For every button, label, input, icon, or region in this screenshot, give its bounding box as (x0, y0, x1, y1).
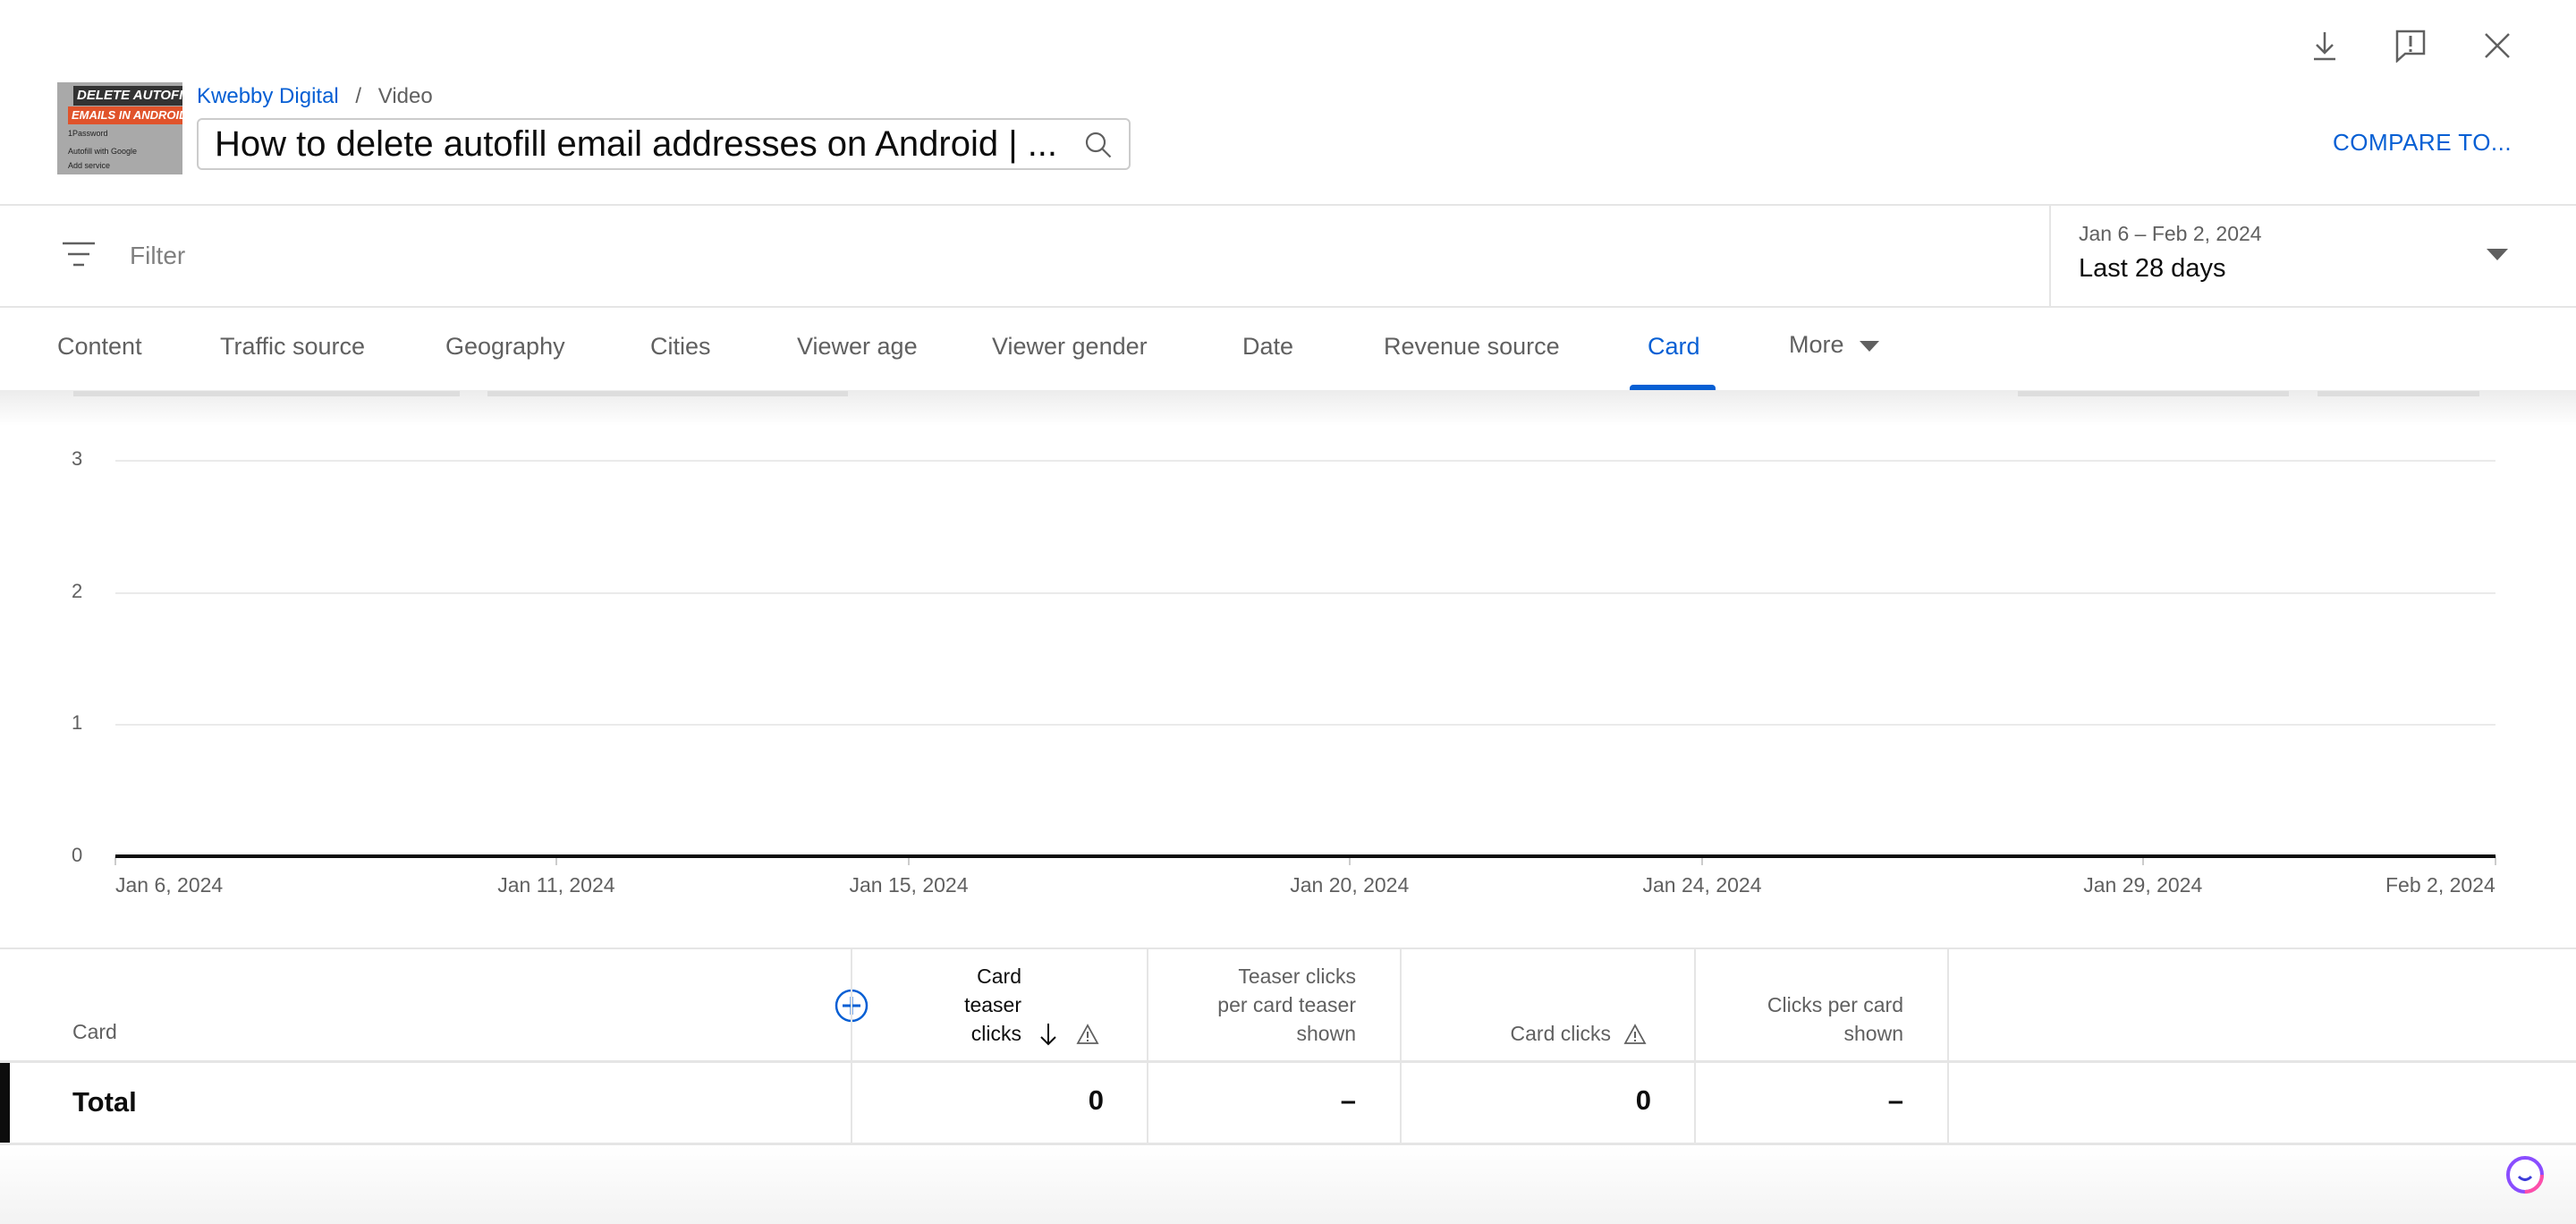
column-divider (1947, 949, 1949, 1144)
sort-descending-icon[interactable] (1038, 1022, 1058, 1047)
footer-shade (0, 1145, 2576, 1224)
header-line: clicks (970, 1022, 1021, 1045)
header-line: shown (1843, 1022, 1903, 1045)
header-line: Card (977, 965, 1021, 988)
warning-icon (1076, 1024, 1099, 1044)
warning-icon (1623, 1024, 1647, 1044)
total-clicks-per-card-shown: – (1887, 1084, 1903, 1116)
column-header-card-teaser-clicks[interactable]: Card teaser clicks (964, 962, 1021, 1048)
header-line: teaser (964, 993, 1021, 1016)
column-header-teaser-clicks-per-shown[interactable]: Teaser clicks per card teaser shown (1217, 962, 1356, 1048)
assistant-icon[interactable] (2504, 1154, 2546, 1195)
column-divider (1694, 949, 1696, 1144)
column-divider (851, 949, 852, 1144)
column-divider (1400, 949, 1402, 1144)
header-line: shown (1296, 1022, 1356, 1045)
total-row-indicator (0, 1063, 10, 1143)
total-card-teaser-clicks: 0 (1088, 1084, 1104, 1116)
column-header-clicks-per-card-shown[interactable]: Clicks per card shown (1767, 990, 1903, 1048)
column-divider (1147, 949, 1148, 1144)
chart-plot (115, 854, 2496, 858)
header-line: per card teaser (1217, 993, 1356, 1016)
total-teaser-clicks-per-shown: – (1340, 1084, 1356, 1116)
total-label: Total (72, 1086, 137, 1118)
dimension-header: Card (72, 1020, 117, 1043)
table-divider (0, 1060, 2576, 1063)
total-card-clicks: 0 (1635, 1084, 1651, 1116)
line-chart: 0 1 2 3 Jan 6, 2024 Jan 11, 2024 Jan 15, 2024 J… (0, 0, 2576, 931)
table-divider (0, 948, 2576, 949)
header-line: Clicks per card (1767, 993, 1903, 1016)
header-line: Card clicks (1510, 1022, 1611, 1045)
column-header-card-clicks[interactable]: Card clicks (1511, 1019, 1611, 1048)
header-line: Teaser clicks (1238, 965, 1356, 988)
